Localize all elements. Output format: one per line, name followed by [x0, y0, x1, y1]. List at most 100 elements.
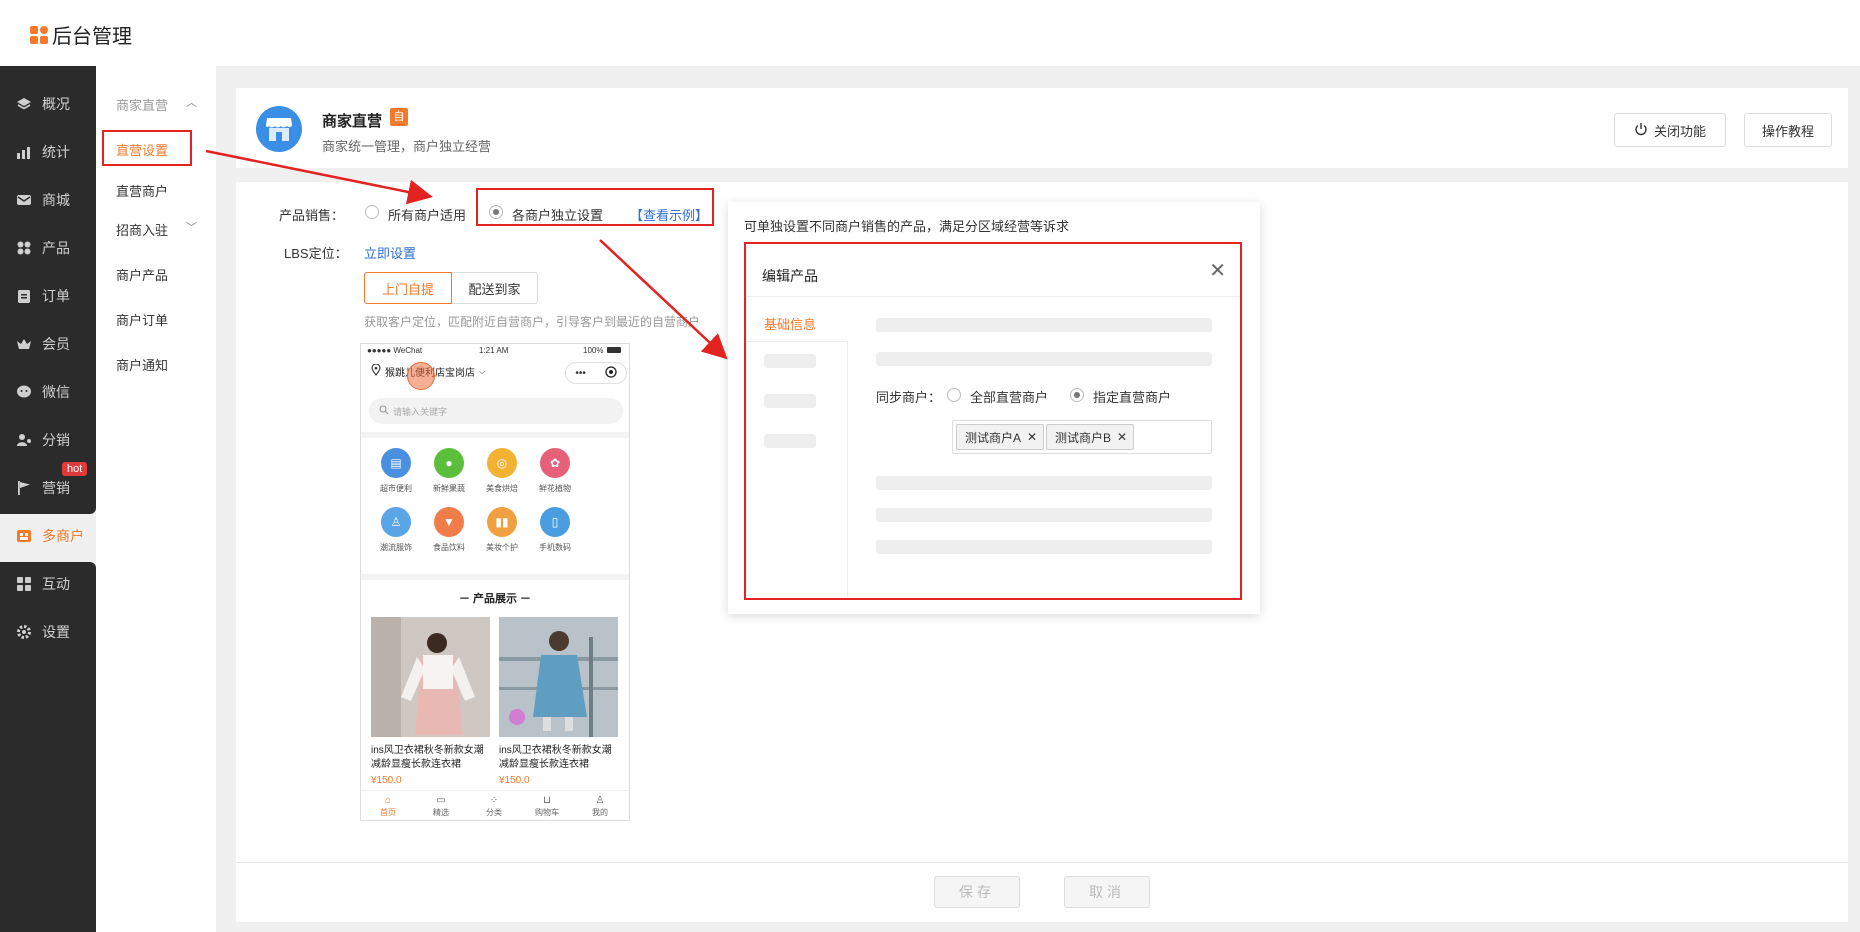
radio-all-merchants[interactable] — [365, 205, 379, 219]
user-icon: ♙ — [595, 795, 605, 806]
phone-tab-category[interactable]: ⁘ 分类 — [474, 795, 514, 818]
product-section-title: － 产品展示 － — [458, 593, 532, 605]
grid-icon — [16, 576, 32, 592]
highlight-box-modal — [744, 242, 1242, 600]
tutorial-button[interactable]: 操作教程 — [1744, 113, 1832, 147]
category-icon: ⁘ — [489, 795, 499, 806]
clipboard-icon — [16, 288, 32, 304]
example-popover: 可单独设置不同商户销售的产品，满足分区域经营等诉求 编辑产品 ✕ 基础信息 同步… — [728, 202, 1260, 614]
phone-search-input[interactable]: 请输入关键字 — [369, 398, 623, 424]
product-price-2: ¥150.0 — [499, 775, 530, 786]
phone-tab-profile[interactable]: ♙ 我的 — [580, 795, 620, 818]
flag-icon — [16, 480, 32, 496]
phone-capsule-buttons[interactable]: ••• — [565, 362, 627, 384]
chevron-up-icon: ︿ — [186, 97, 197, 109]
feature-header-card: 商家直营 自 商家统一管理，商户独立经营 关闭功能 操作教程 — [236, 88, 1848, 168]
cart-icon: ⊔ — [543, 795, 551, 806]
sidebar-item-mall[interactable]: 商城 — [0, 178, 96, 222]
phone-status-bar: ●●●●● WeChat 1:21 AM 100% — [361, 344, 629, 358]
user-share-icon — [16, 432, 32, 448]
sales-label: 产品销售： — [279, 208, 345, 223]
popover-description: 可单独设置不同商户销售的产品，满足分区域经营等诉求 — [744, 219, 1070, 234]
sub-navigation: 商家直营 ︿ 直营设置 直营商户 招商入驻 ﹀ 商户产品 商户订单 商户通知 — [96, 66, 216, 932]
product-name-1: ins风卫衣裙秋冬新款女潮减龄显瘦长款连衣裙 — [371, 745, 484, 770]
basket-icon: ▤ — [381, 448, 411, 478]
chevron-down-icon: ⌵ — [479, 366, 486, 376]
subnav-item-merchant-notices[interactable]: 商户通知 — [116, 355, 168, 374]
tab-delivery[interactable]: 配送到家 — [452, 272, 538, 304]
category-fashion[interactable]: ♙ 潮流服饰 — [371, 507, 421, 553]
product-price-1: ¥150.0 — [371, 775, 402, 786]
subnav-group-recruit[interactable]: 招商入驻 — [116, 220, 168, 239]
phone-tab-cart[interactable]: ⊔ 购物车 — [527, 795, 567, 818]
subnav-group-direct[interactable]: 商家直营 — [116, 95, 168, 114]
mail-icon — [16, 192, 32, 208]
sidebar-item-orders[interactable]: 订单 — [0, 274, 96, 318]
subnav-item-merchant-products[interactable]: 商户产品 — [116, 265, 168, 284]
dress-icon: ♙ — [381, 507, 411, 537]
highlight-box-direct-settings — [102, 130, 192, 166]
sidebar-item-multi-merchant[interactable]: 多商户 — [0, 514, 96, 558]
category-bakery[interactable]: ◎ 美食烘焙 — [477, 448, 527, 494]
store-icon — [16, 528, 32, 544]
subnav-item-direct-merchants[interactable]: 直营商户 — [116, 181, 168, 200]
power-icon — [1634, 122, 1648, 139]
product-image-1[interactable] — [371, 617, 490, 737]
disable-feature-button[interactable]: 关闭功能 — [1614, 113, 1726, 147]
category-digital[interactable]: ▯ 手机数码 — [530, 507, 580, 553]
cancel-button[interactable]: 取消 — [1064, 876, 1150, 908]
phone-tab-home[interactable]: ⌂ 首页 — [368, 795, 408, 818]
flower-icon: ✿ — [540, 448, 570, 478]
lbs-label: LBS定位： — [284, 246, 348, 261]
sidebar-item-distribution[interactable]: 分销 — [0, 418, 96, 462]
phone-preview: ●●●●● WeChat 1:21 AM 100% 猴跳儿便利店宝岗店 ⌵ ••… — [360, 343, 630, 821]
highlight-box-each-merchant — [476, 188, 714, 226]
layers-icon — [16, 96, 32, 112]
crown-icon — [16, 336, 32, 352]
tab-pickup[interactable]: 上门自提 — [364, 272, 452, 304]
more-icon: ••• — [575, 367, 586, 379]
product-name-2: ins风卫衣裙秋冬新款女潮减龄显瘦长款连衣裙 — [499, 745, 612, 770]
touch-indicator — [407, 362, 435, 390]
sidebar-item-products[interactable]: 产品 — [0, 226, 96, 270]
phone-tab-bar: ⌂ 首页 ▭ 精选 ⁘ 分类 ⊔ 购物车 ♙ 我的 — [361, 790, 629, 820]
app-logo: 后台管理 — [30, 20, 132, 49]
radio-all-merchants-label[interactable]: 所有商户适用 — [388, 205, 466, 224]
subnav-item-merchant-orders[interactable]: 商户订单 — [116, 310, 168, 329]
target-icon — [604, 365, 617, 381]
feature-subtitle: 商家统一管理，商户独立经营 — [322, 139, 492, 154]
category-flowers[interactable]: ✿ 鲜花植物 — [530, 448, 580, 494]
category-beauty[interactable]: ▮▮ 美妆个护 — [477, 507, 527, 553]
sidebar-item-overview[interactable]: 概况 — [0, 82, 96, 126]
feature-title: 商家直营 — [322, 113, 383, 130]
chart-icon — [16, 144, 32, 160]
sidebar-item-wechat[interactable]: 微信 — [0, 370, 96, 414]
cup-icon: ▼ — [434, 507, 464, 537]
lbs-setup-link[interactable]: 立即设置 — [364, 243, 416, 262]
location-pin-icon — [371, 363, 381, 379]
product-image-2[interactable] — [499, 617, 618, 737]
phone-tab-featured[interactable]: ▭ 精选 — [421, 795, 461, 818]
home-icon: ⌂ — [384, 795, 392, 806]
sidebar-item-members[interactable]: 会员 — [0, 322, 96, 366]
chevron-down-icon: ﹀ — [186, 222, 197, 234]
app-title: 后台管理 — [52, 26, 132, 48]
lbs-hint-text: 获取客户定位，匹配附近自营商户，引导客户到最近的自营商户 — [364, 315, 701, 329]
self-operated-badge: 自 — [390, 108, 408, 126]
category-supermarket[interactable]: ▤ 超市便利 — [371, 448, 421, 494]
category-produce[interactable]: ● 新鲜果蔬 — [424, 448, 474, 494]
battery-icon — [607, 347, 621, 353]
top-bar: 后台管理 — [0, 0, 1860, 66]
category-drinks[interactable]: ▼ 食品饮料 — [424, 507, 474, 553]
main-sidebar: 概况 统计 商城 产品 订单 会员 微信 分销 营销 hot 多商户 互动 设置 — [0, 66, 96, 932]
cosmetics-icon: ▮▮ — [487, 507, 517, 537]
gear-icon — [16, 624, 32, 640]
sidebar-item-settings[interactable]: 设置 — [0, 610, 96, 654]
sidebar-item-stats[interactable]: 统计 — [0, 130, 96, 174]
grid-icon — [16, 240, 32, 256]
sidebar-item-interaction[interactable]: 互动 — [0, 562, 96, 606]
hot-badge: hot — [62, 462, 88, 476]
donut-icon: ◎ — [487, 448, 517, 478]
apple-icon: ● — [434, 448, 464, 478]
save-button[interactable]: 保存 — [934, 876, 1020, 908]
